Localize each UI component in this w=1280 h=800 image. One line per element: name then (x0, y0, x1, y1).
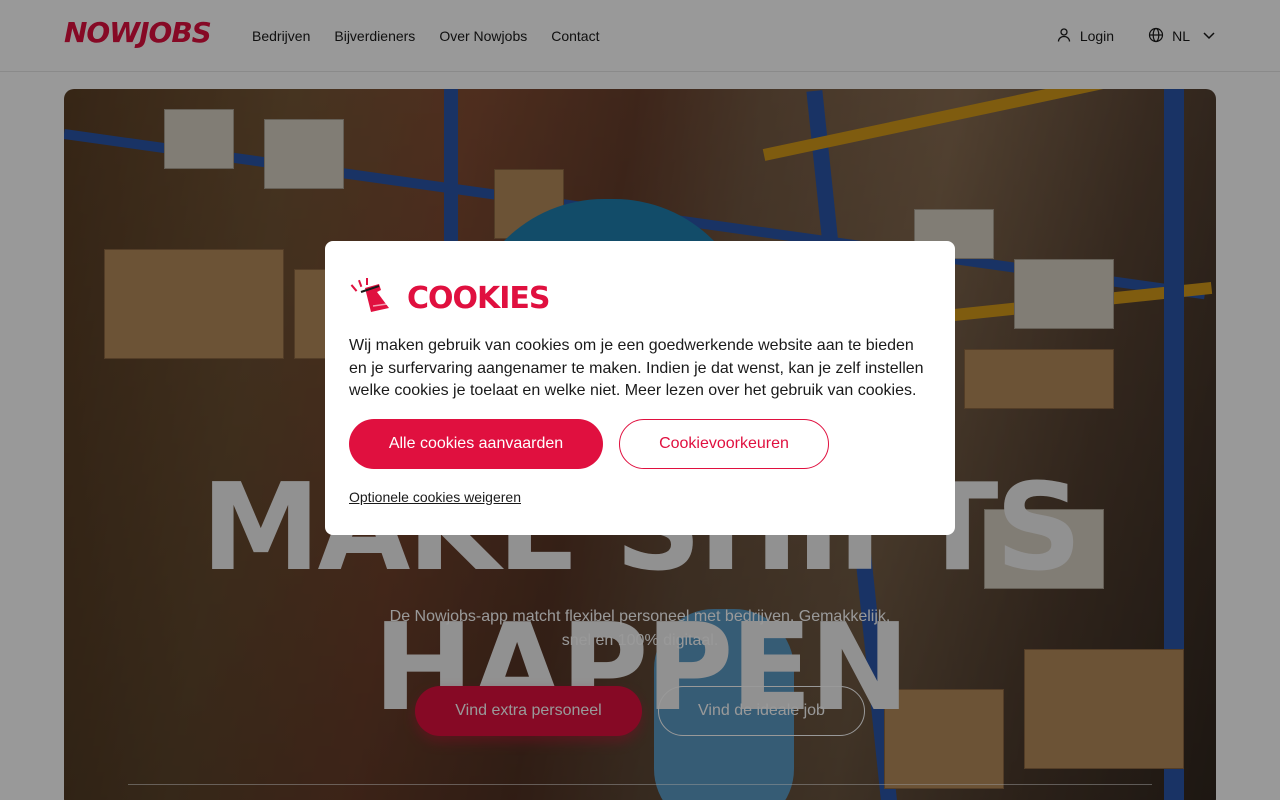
cookie-modal-header: COOKIES (349, 277, 931, 319)
cookie-preferences-button[interactable]: Cookievoorkeuren (619, 418, 829, 469)
refuse-optional-cookies-link[interactable]: Optionele cookies weigeren (349, 489, 521, 505)
cookie-modal: COOKIES Wij maken gebruik van cookies om… (325, 241, 955, 535)
flask-icon (349, 277, 395, 319)
cookie-modal-title: COOKIES (407, 280, 551, 316)
accept-all-cookies-button[interactable]: Alle cookies aanvaarden (349, 418, 603, 469)
cookie-modal-text: Wij maken gebruik van cookies om je een … (349, 337, 924, 399)
cookie-modal-buttons: Alle cookies aanvaarden Cookievoorkeuren (349, 418, 931, 469)
